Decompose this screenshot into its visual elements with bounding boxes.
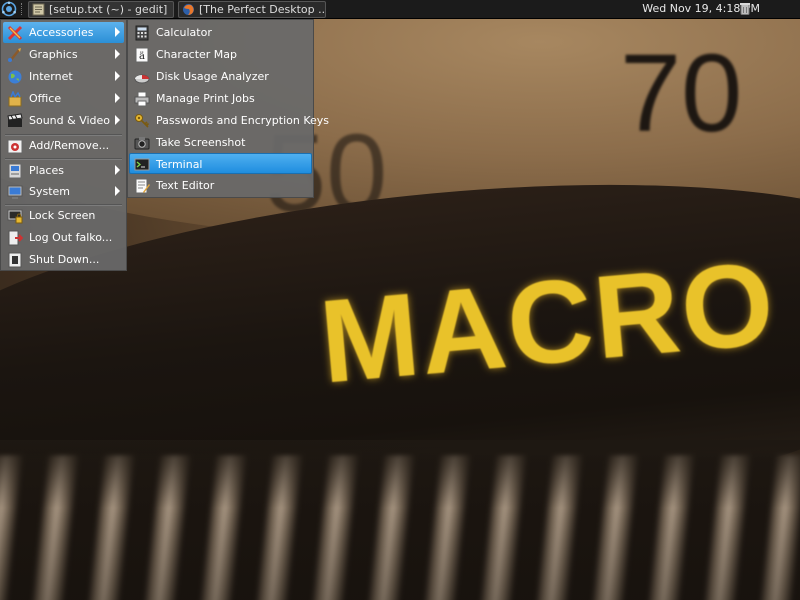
taskbar-label: [setup.txt (~) - gedit] (49, 3, 168, 16)
sound-video-icon (7, 113, 23, 129)
keys-icon (134, 113, 150, 129)
wallpaper-number-70: 70 (620, 32, 743, 155)
menu-item-calculator[interactable]: Calculator (130, 22, 311, 43)
menu-item-label: Office (29, 92, 62, 105)
menu-item-system[interactable]: System (3, 181, 124, 202)
calculator-icon (134, 25, 150, 41)
menu-item-label: Places (29, 164, 64, 177)
top-panel: [setup.txt (~) - gedit] [The Perfect Des… (0, 0, 800, 19)
menu-item-add-remove[interactable]: Add/Remove... (3, 135, 124, 156)
menu-item-text-editor[interactable]: Text Editor (130, 175, 311, 196)
terminal-icon (134, 157, 150, 173)
submenu-arrow-icon (115, 27, 120, 37)
menu-item-passwords-keys[interactable]: Passwords and Encryption Keys (130, 110, 329, 131)
shutdown-icon (7, 252, 23, 268)
panel-separator (21, 3, 25, 15)
menu-item-label: Lock Screen (29, 209, 96, 222)
menu-item-shut-down[interactable]: Shut Down... (3, 249, 124, 270)
submenu-arrow-icon (115, 49, 120, 59)
menu-item-lock-screen[interactable]: Lock Screen (3, 205, 124, 226)
accessories-submenu: Calculator ä Character Map Disk Usage An… (127, 19, 329, 198)
lock-icon (7, 208, 23, 224)
graphics-icon (7, 47, 23, 63)
menu-item-label: Add/Remove... (29, 139, 110, 152)
places-icon (7, 163, 23, 179)
menu-item-places[interactable]: Places (3, 160, 124, 181)
printer-icon (134, 91, 150, 107)
menu-item-label: Disk Usage Analyzer (156, 70, 269, 83)
menu-item-internet[interactable]: Internet (3, 66, 124, 87)
logout-icon (7, 230, 24, 246)
trash-icon[interactable] (740, 2, 750, 15)
submenu-arrow-icon (115, 115, 120, 125)
menu-item-label: System (29, 185, 71, 198)
menu-item-label: Graphics (29, 48, 78, 61)
disk-usage-icon (134, 69, 150, 85)
svg-text:ä: ä (139, 51, 145, 62)
wallpaper-shade (0, 440, 800, 600)
menu-item-manage-print-jobs[interactable]: Manage Print Jobs (130, 88, 311, 109)
menu-item-character-map[interactable]: ä Character Map (130, 44, 311, 65)
taskbar-button-gedit[interactable]: [setup.txt (~) - gedit] (28, 1, 174, 18)
accessories-icon (7, 25, 23, 41)
submenu-arrow-icon (115, 186, 120, 196)
menu-item-label: Log Out falko... (29, 231, 113, 244)
taskbar-label: [The Perfect Desktop ... (199, 3, 326, 16)
menu-item-label: Text Editor (156, 179, 215, 192)
menu-item-label: Manage Print Jobs (156, 92, 255, 105)
menu-item-disk-usage-analyzer[interactable]: Disk Usage Analyzer (130, 66, 311, 87)
firefox-icon (182, 3, 195, 16)
submenu-arrow-icon (115, 93, 120, 103)
text-editor-icon (134, 178, 150, 194)
menu-item-label: Internet (29, 70, 73, 83)
menu-item-take-screenshot[interactable]: Take Screenshot (130, 132, 311, 153)
submenu-arrow-icon (115, 165, 120, 175)
taskbar-button-browser[interactable]: [The Perfect Desktop ... (178, 1, 326, 18)
menu-item-office[interactable]: Office (3, 88, 124, 109)
menu-item-label: Terminal (156, 158, 203, 171)
menu-item-label: Passwords and Encryption Keys (156, 114, 330, 127)
internet-icon (7, 69, 23, 85)
submenu-arrow-icon (115, 71, 120, 81)
menu-item-label: Take Screenshot (156, 136, 246, 149)
menu-item-label: Shut Down... (29, 253, 100, 266)
menu-item-graphics[interactable]: Graphics (3, 44, 124, 65)
menu-item-label: Character Map (156, 48, 238, 61)
office-icon (7, 89, 23, 107)
applications-menu: Accessories Graphics Internet Office Sou… (0, 19, 127, 271)
menu-item-label: Sound & Video (29, 114, 111, 127)
add-remove-icon (7, 138, 23, 154)
menu-item-accessories[interactable]: Accessories (3, 22, 124, 43)
menu-item-label: Accessories (29, 26, 94, 39)
system-icon (7, 184, 23, 200)
camera-icon (134, 135, 150, 151)
menu-item-log-out[interactable]: Log Out falko... (3, 227, 124, 248)
menu-item-label: Calculator (156, 26, 212, 39)
menu-item-terminal[interactable]: Terminal (129, 153, 312, 174)
main-menu-launcher-icon[interactable] (1, 1, 17, 17)
gedit-icon (32, 3, 45, 16)
menu-item-sound-video[interactable]: Sound & Video (3, 110, 124, 131)
character-map-icon: ä (134, 47, 150, 63)
